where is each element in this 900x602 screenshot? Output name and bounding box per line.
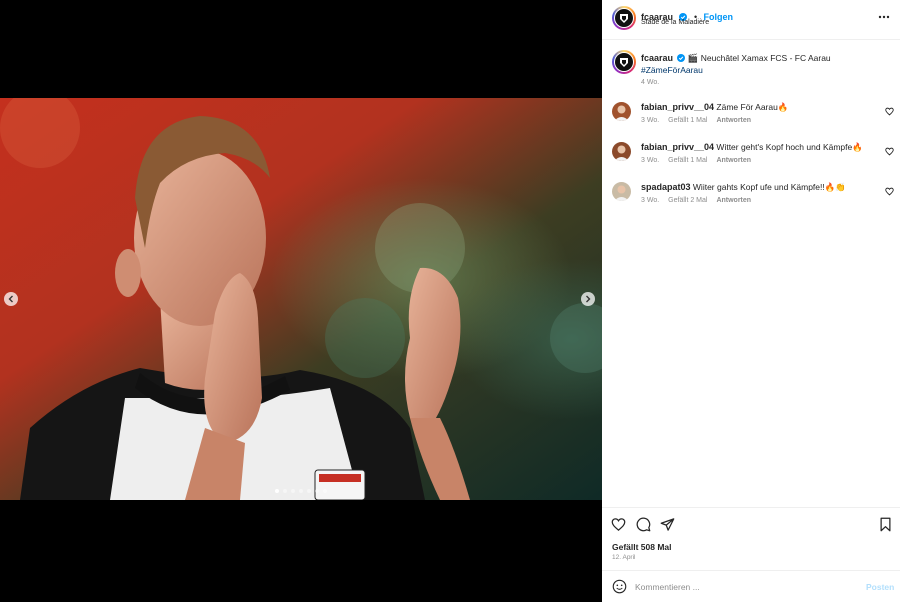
emoji-smiley-icon[interactable] [612,579,627,594]
reply-button[interactable]: Antworten [716,157,751,164]
post-date[interactable]: 12. April [612,554,636,561]
carousel-dot [291,489,295,493]
caption-time[interactable]: 4 Wo. [641,79,659,86]
commenter-avatar[interactable] [612,182,631,201]
comment-input[interactable] [635,579,855,595]
post-photo[interactable] [0,98,602,500]
person-avatar-icon [614,105,629,121]
club-crest-icon [620,14,628,23]
comment-likes[interactable]: Gefällt 2 Mal [668,197,707,204]
comment-like-heart-icon[interactable] [885,147,894,156]
carousel-dot [307,489,311,493]
chevron-left-icon [8,295,13,303]
commenter-avatar[interactable] [612,102,631,121]
commenter-avatar[interactable] [612,142,631,161]
comment-text: Zäme För Aarau [716,102,778,112]
chevron-right-icon [586,295,591,303]
comment-like-heart-icon[interactable] [885,187,894,196]
comment-text: Wiiter gahts Kopf ufe und Kämpfe!! [692,182,825,192]
carousel-dot [315,489,319,493]
comment-item: fabian_privv__04 Witter geht's Kopf hoch… [602,140,900,178]
club-crest-icon [620,58,628,67]
add-comment-bar: Posten [602,570,900,602]
caption-text: Neuchâtel Xamax FCS - FC Aarau [700,53,831,63]
like-count[interactable]: Gefällt 508 Mal [612,542,672,552]
previous-slide-button[interactable] [4,292,18,306]
comment-like-heart-icon[interactable] [885,107,894,116]
post-caption: fcaarau 🎬 Neuchâtel Xamax FCS - FC Aarau… [602,50,900,95]
commenter-username[interactable]: fabian_privv__04 [641,102,714,112]
post-media-area [0,0,602,602]
share-send-icon[interactable] [660,517,675,532]
caption-avatar[interactable] [612,50,636,74]
carousel-dot [323,489,327,493]
person-avatar-icon [614,145,629,161]
clapperboard-emoji: 🎬 [687,53,699,63]
carousel-dot [283,489,287,493]
caption-username[interactable]: fcaarau [641,53,673,63]
post-comment-button[interactable]: Posten [866,582,894,592]
post-side-panel: fcaarau • Folgen Stade de la Maladière f… [602,0,900,602]
account-avatar[interactable] [612,6,636,30]
post-actions-bar [602,507,900,539]
more-options-icon[interactable] [878,12,890,22]
reply-button[interactable]: Antworten [716,197,751,204]
comment-emoji: 🔥👏 [824,182,846,192]
post-location[interactable]: Stade de la Maladière [641,19,709,26]
comment-time[interactable]: 3 Wo. [641,157,659,164]
comment-likes[interactable]: Gefällt 1 Mal [668,157,707,164]
comment-emoji: 🔥 [852,142,863,152]
comment-emoji: 🔥 [777,102,789,112]
carousel-dot [299,489,303,493]
comment-text: Witter geht's Kopf hoch und Kämpfe [716,142,853,152]
caption-hashtag[interactable]: #ZämeFörAarau [641,65,703,75]
comment-likes[interactable]: Gefällt 1 Mal [668,117,707,124]
comment-time[interactable]: 3 Wo. [641,117,659,124]
save-bookmark-icon[interactable] [878,517,893,532]
like-heart-icon[interactable] [611,517,626,532]
comment-time[interactable]: 3 Wo. [641,197,659,204]
comment-item: fabian_privv__04 Zäme För Aarau🔥 3 Wo. Gef… [602,100,900,138]
commenter-username[interactable]: fabian_privv__04 [641,142,714,152]
comment-item: spadapat03 Wiiter gahts Kopf ufe und Käm… [602,180,900,218]
post-header: fcaarau • Folgen Stade de la Maladière [602,0,900,40]
commenter-username[interactable]: spadapat03 [641,182,691,192]
person-avatar-icon [614,185,629,201]
comment-bubble-icon[interactable] [636,517,651,532]
football-player-clapping-image [0,98,602,500]
reply-button[interactable]: Antworten [716,117,751,124]
carousel-indicator [0,489,602,493]
next-slide-button[interactable] [581,292,595,306]
carousel-dot [275,489,279,493]
verified-badge-icon [677,54,686,62]
